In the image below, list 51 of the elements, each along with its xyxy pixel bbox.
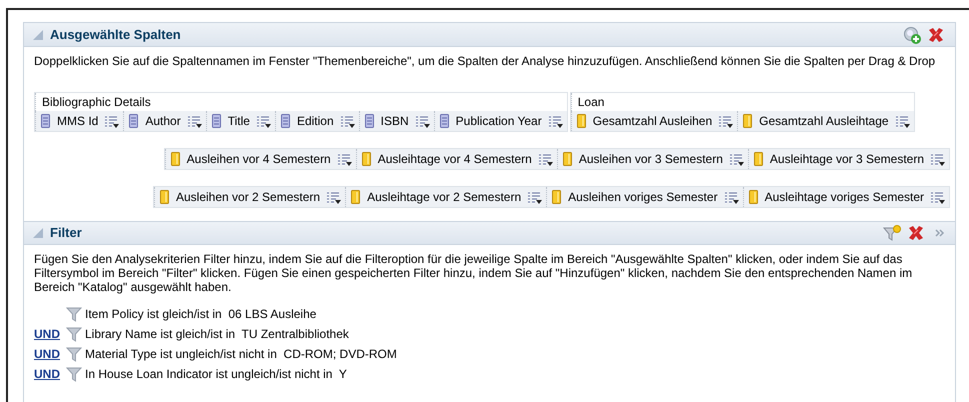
column-menu-icon[interactable] [538, 152, 553, 166]
filter-icon[interactable] [66, 346, 82, 362]
attribute-column-icon [364, 113, 375, 129]
column-menu-icon[interactable] [256, 114, 271, 128]
conjunction-link[interactable]: UND [34, 325, 60, 343]
measure-column-icon [158, 189, 170, 205]
column-menu-icon[interactable] [724, 190, 739, 204]
attribute-column-icon [210, 113, 222, 129]
filter-condition[interactable]: In House Loan Indicator ist ungleich/ist nicht in Y [85, 365, 347, 383]
instruction-text: Doppelklicken Sie auf die Spaltennamen im Fenster "Themenbereiche", um die Spalten der Analyse hinzuzufügen. Anschließend können Sie die Spalten per Drag & Drop [34, 53, 936, 70]
measure-column-icon [748, 189, 759, 205]
section-title: Filter [50, 224, 82, 242]
column-menu-icon[interactable] [894, 114, 910, 128]
column-menu-icon[interactable] [326, 190, 342, 204]
column-menu-icon[interactable] [930, 190, 945, 204]
column-menu-icon[interactable] [548, 114, 563, 128]
filter-icon[interactable] [66, 366, 82, 382]
instruction-text: Fügen Sie den Analysekriterien Filter hinzu, indem Sie auf die Filteroption für die jeweilige Spalte im Bereich "Ausgewählte Spalten" klicken, oder indem Sie auf das Filtersymbol im Bereich "Filter" klicken. Fügen Sie einen gespeicherten Filter hinzu, indem Sie auf "Hinzufügen" klicken, nachdem Sie den entsprechenden Namen im Bereich "Katalog" ausgewählt haben. [34, 252, 914, 294]
conjunction-link[interactable]: UND [34, 345, 60, 363]
column-menu-icon[interactable] [336, 152, 352, 166]
attribute-column-icon [280, 113, 291, 129]
measure-column-icon [170, 151, 181, 167]
add-filter-icon[interactable] [883, 224, 901, 242]
filter-icon[interactable] [66, 326, 82, 342]
section-title: Ausgewählte Spalten [50, 26, 181, 44]
column-menu-icon[interactable] [186, 114, 202, 128]
remove-all-icon[interactable] [927, 26, 945, 44]
column-menu-icon[interactable] [718, 114, 734, 128]
measure-column-icon [576, 113, 587, 129]
column-menu-icon[interactable] [414, 114, 430, 128]
measure-column-icon [551, 189, 562, 205]
conjunction-link[interactable]: UND [34, 365, 60, 383]
column-menu-icon[interactable] [728, 152, 744, 166]
add-column-icon[interactable] [903, 26, 921, 44]
measure-column-icon [752, 151, 764, 167]
filter-icon[interactable] [66, 306, 82, 322]
measure-column-icon [562, 151, 573, 167]
column-menu-icon[interactable] [527, 190, 542, 204]
measure-column-icon [742, 113, 754, 129]
column-menu-icon[interactable] [340, 114, 355, 128]
column-menu-icon[interactable] [104, 114, 120, 128]
attribute-column-icon [128, 113, 140, 129]
measure-column-icon [360, 151, 372, 167]
filter-condition[interactable]: Library Name ist gleich/ist in TU Zentralbibliothek [85, 325, 349, 343]
measure-column-icon [350, 189, 362, 205]
filter-condition[interactable]: Item Policy ist gleich/ist in 06 LBS Ausleihe [85, 305, 316, 323]
attribute-column-icon [438, 113, 450, 129]
filter-condition[interactable]: Material Type ist ungleich/ist nicht in CD-ROM; DVD-ROM [85, 345, 397, 363]
attribute-column-icon [40, 113, 51, 129]
remove-all-icon[interactable] [907, 224, 925, 242]
column-menu-icon[interactable] [930, 152, 945, 166]
